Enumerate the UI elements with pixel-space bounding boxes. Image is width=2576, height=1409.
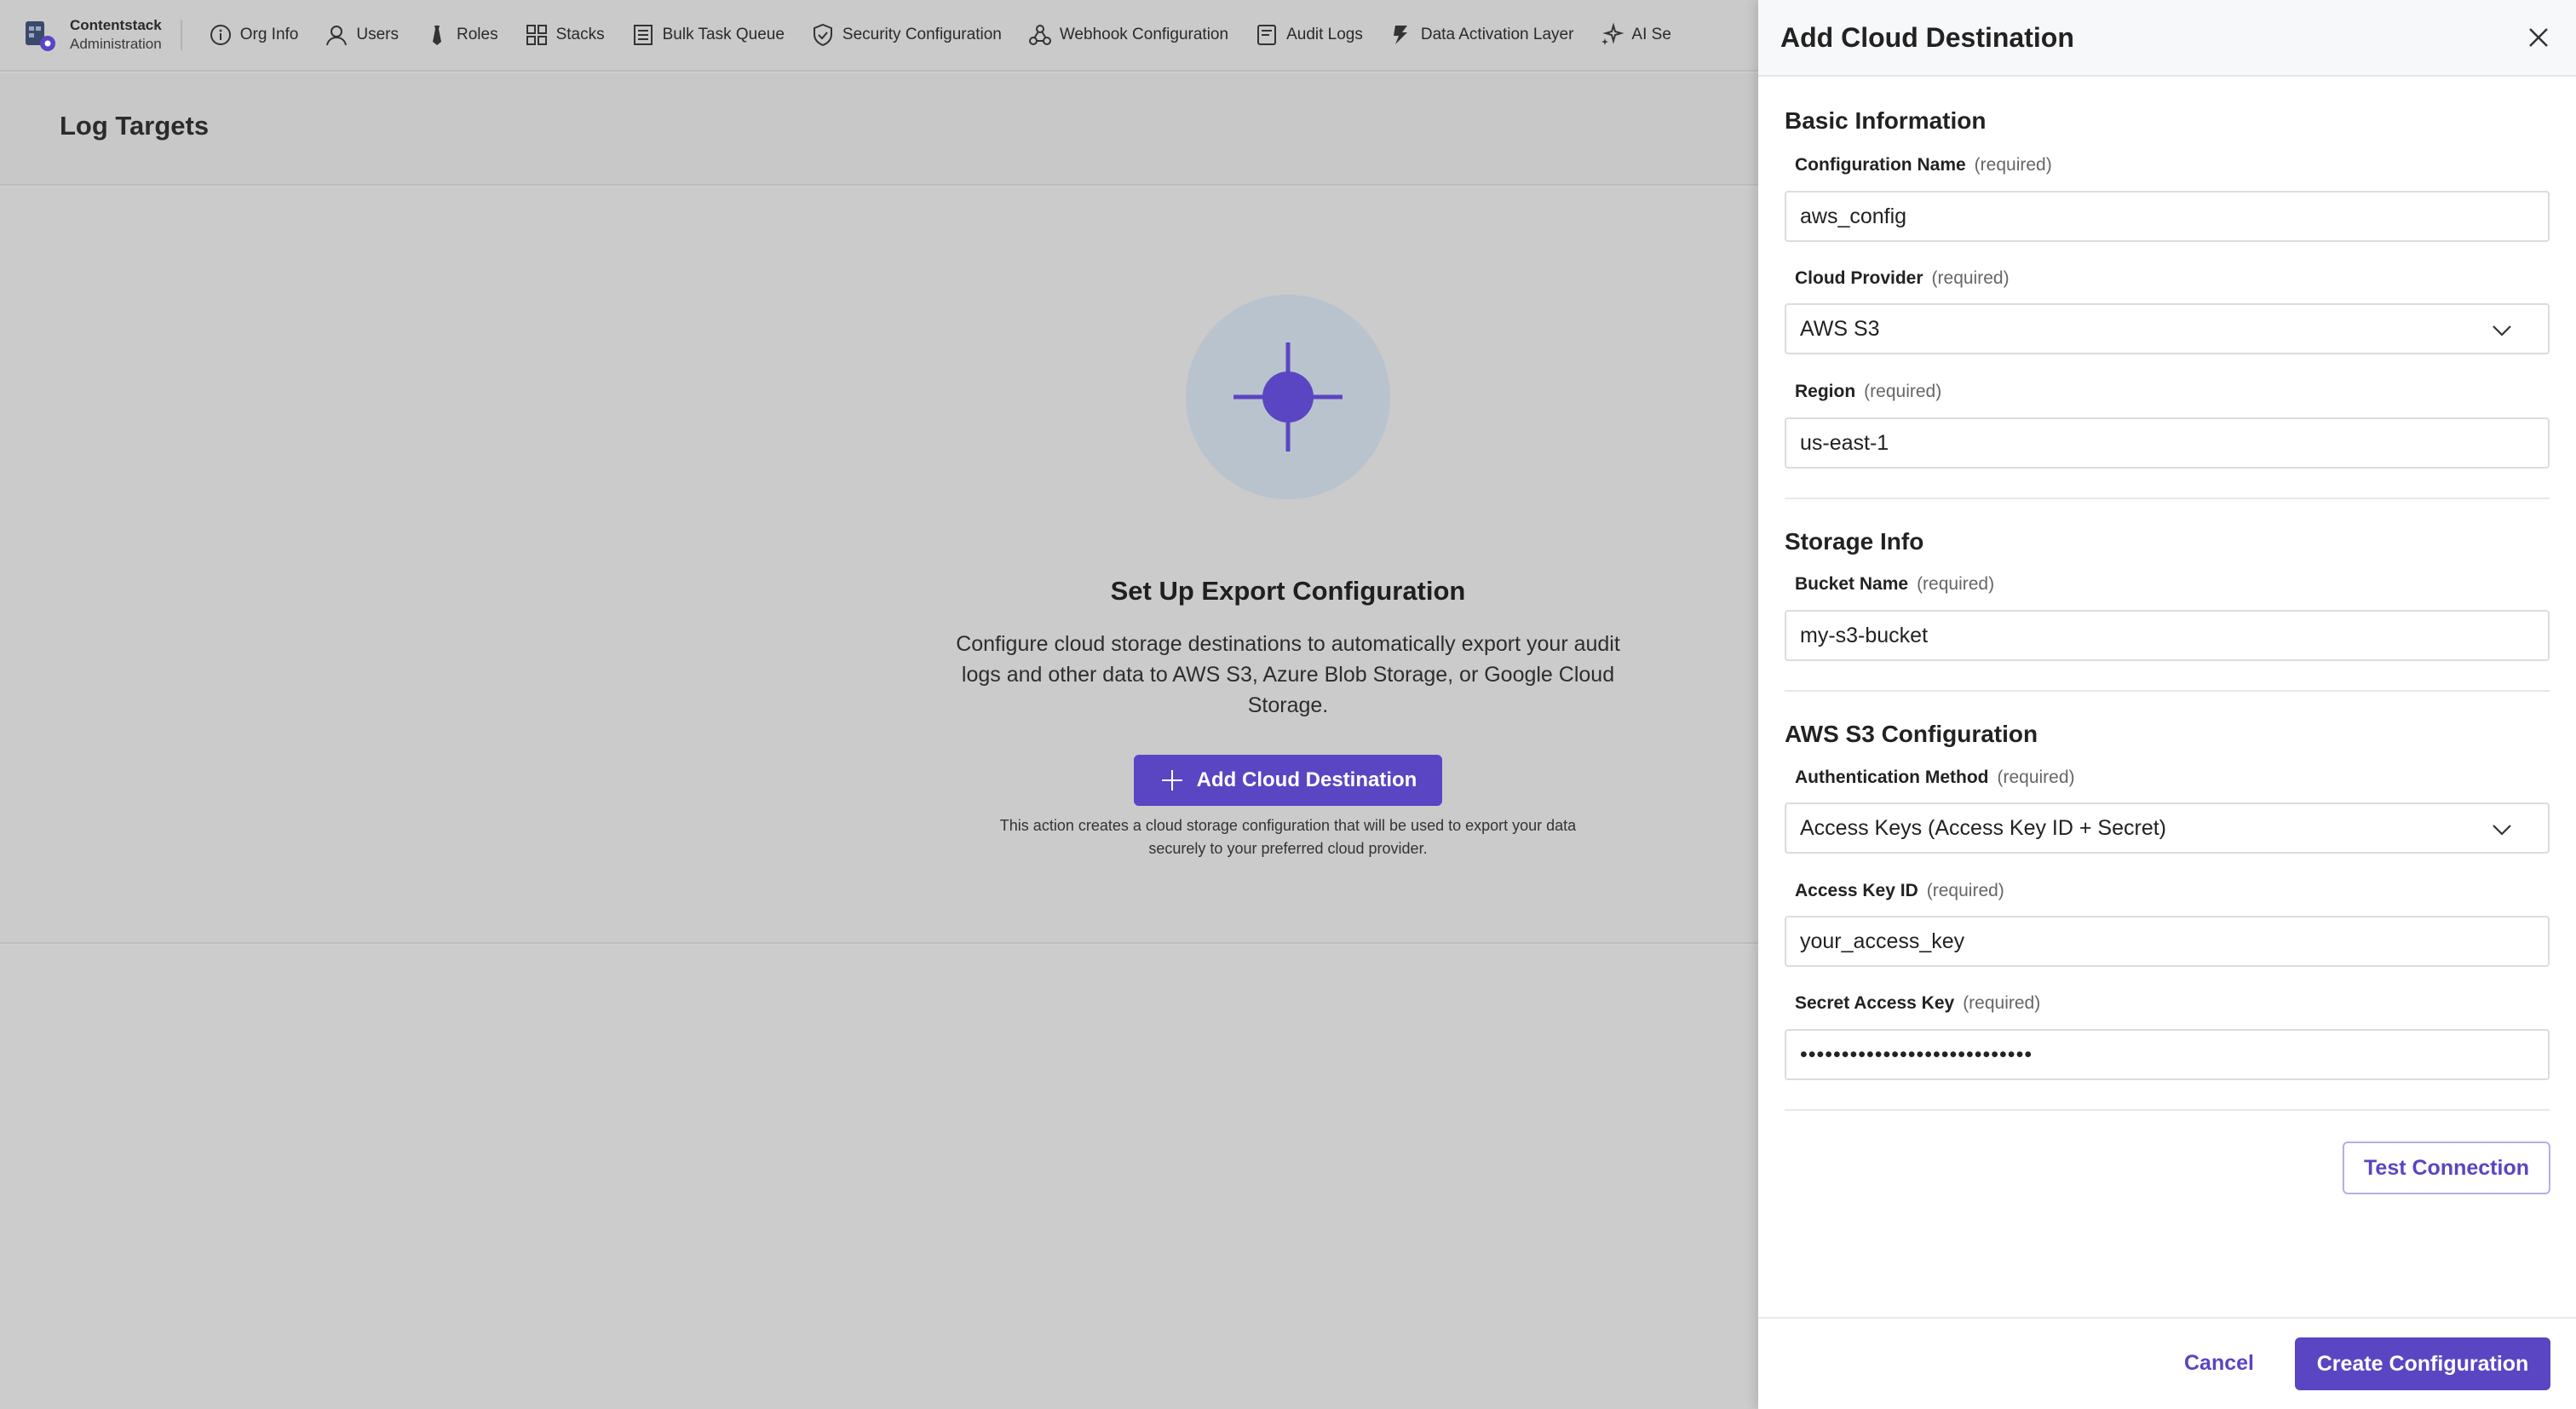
nav-label: Bulk Task Queue [662,26,785,43]
top-nav: Contentstack Administration Org Info Use… [0,0,1758,72]
section-divider [1785,497,2550,499]
input-value: my-s3-bucket [1800,623,1929,647]
lower-area [0,946,1758,1409]
create-configuration-button[interactable]: Create Configuration [2295,1337,2550,1390]
close-icon[interactable] [2525,24,2552,51]
test-connection-button[interactable]: Test Connection [2343,1142,2550,1194]
select-value: AWS S3 [1800,316,1880,341]
nav-item-audit-logs[interactable]: Audit Logs [1254,22,1363,48]
authentication-method-select[interactable]: Access Keys (Access Key ID + Secret) [1785,802,2550,854]
required-hint: (required) [1963,993,2041,1013]
contentstack-logo-icon [26,21,55,51]
panel-title: Add Cloud Destination [1780,21,2074,53]
required-hint: (required) [1997,768,2075,787]
webhook-icon [1028,25,1051,45]
empty-state-title: Set Up Export Configuration [1110,576,1466,606]
label-text: Authentication Method [1795,768,1989,787]
nav-item-data-activation-layer[interactable]: Data Activation Layer [1389,22,1574,48]
nav-item-org-info[interactable]: Org Info [208,22,299,48]
log-icon [1257,25,1277,45]
nav-label: AI Se [1631,26,1671,43]
sparkle-icon [1601,22,1625,45]
page-title: Log Targets [60,111,210,141]
nav-item-stacks[interactable]: Stacks [524,22,605,48]
secret-access-key-input[interactable]: •••••••••••••••••••••••••••• [1785,1029,2550,1080]
access-key-id-label: Access Key ID (required) [1785,881,2004,901]
tie-icon [433,26,441,45]
required-hint: (required) [1926,881,2004,900]
plus-icon [1161,770,1182,791]
nav-label: Audit Logs [1286,26,1363,43]
storage-info-heading: Storage Info [1785,528,1924,555]
input-value: us-east-1 [1800,430,1889,455]
info-icon [210,25,231,45]
chevron-down-icon [2493,325,2511,336]
nav-label: Roles [457,26,498,43]
brand-name: Contentstack [70,17,162,33]
crosshair-icon [1233,342,1343,451]
nav-label: Data Activation Layer [1420,26,1574,43]
cancel-button[interactable]: Cancel [2172,1341,2266,1385]
empty-state-illustration [1186,295,1390,499]
chevron-down-icon [2493,825,2511,836]
nav-item-ai-settings[interactable]: AI Se [1599,22,1671,48]
empty-state-note: This action creates a cloud storage conf… [999,817,1577,857]
shield-icon [813,23,832,47]
brand-subtitle: Administration [70,36,162,52]
nav-label: Stacks [555,26,605,43]
config-name-label: Configuration Name (required) [1785,155,2052,175]
nav-item-users[interactable]: Users [324,22,399,48]
input-value: •••••••••••••••••••••••••••• [1800,1042,2033,1067]
cloud-provider-label: Cloud Provider (required) [1785,268,2010,289]
input-value: aws_config [1800,204,1907,228]
nav-label: Security Configuration [842,26,1002,43]
auth-method-label: Authentication Method (required) [1785,768,2075,788]
brand[interactable]: Contentstack Administration [22,17,182,52]
button-label: Add Cloud Destination [1196,768,1417,791]
bucket-name-input[interactable]: my-s3-bucket [1785,610,2550,661]
region-input[interactable]: us-east-1 [1785,417,2550,469]
layers-icon [1393,26,1407,44]
nav-label: Webhook Configuration [1059,26,1229,43]
nav-label: Users [356,26,399,43]
section-divider [1785,1109,2550,1111]
configuration-name-input[interactable]: aws_config [1785,191,2550,242]
panel-header: Add Cloud Destination [1758,0,2576,77]
required-hint: (required) [1931,268,2010,288]
aws-s3-config-heading: AWS S3 Configuration [1785,721,2038,747]
empty-state-description: Configure cloud storage destinations to … [956,632,1620,717]
label-text: Region [1795,382,1856,401]
nav-item-security-configuration[interactable]: Security Configuration [810,22,1002,48]
page-header: Log Targets [0,73,1758,186]
basic-info-heading: Basic Information [1785,107,1987,134]
user-icon [326,26,348,46]
secret-access-key-label: Secret Access Key (required) [1785,993,2040,1014]
add-cloud-destination-button[interactable]: Add Cloud Destination [1134,755,1442,806]
required-hint: (required) [1917,574,1995,594]
bucket-name-label: Bucket Name (required) [1785,574,1994,595]
nav-label: Org Info [239,26,299,43]
nav-item-roles[interactable]: Roles [424,22,498,48]
label-text: Access Key ID [1795,881,1918,900]
required-hint: (required) [1864,382,1942,401]
region-label: Region (required) [1785,382,1941,402]
nav-item-bulk-task-queue[interactable]: Bulk Task Queue [630,22,785,48]
label-text: Cloud Provider [1795,268,1923,288]
required-hint: (required) [1974,155,2052,175]
input-value: your_access_key [1800,929,1965,953]
cloud-provider-select[interactable]: AWS S3 [1785,303,2550,354]
label-text: Configuration Name [1795,155,1966,175]
label-text: Bucket Name [1795,574,1909,594]
label-text: Secret Access Key [1795,993,1955,1013]
select-value: Access Keys (Access Key ID + Secret) [1800,815,2166,840]
section-divider [1785,690,2550,692]
grid-icon [526,25,547,45]
list-icon [633,25,653,45]
nav-item-webhook-configuration[interactable]: Webhook Configuration [1027,22,1228,48]
access-key-id-input[interactable]: your_access_key [1785,916,2550,967]
